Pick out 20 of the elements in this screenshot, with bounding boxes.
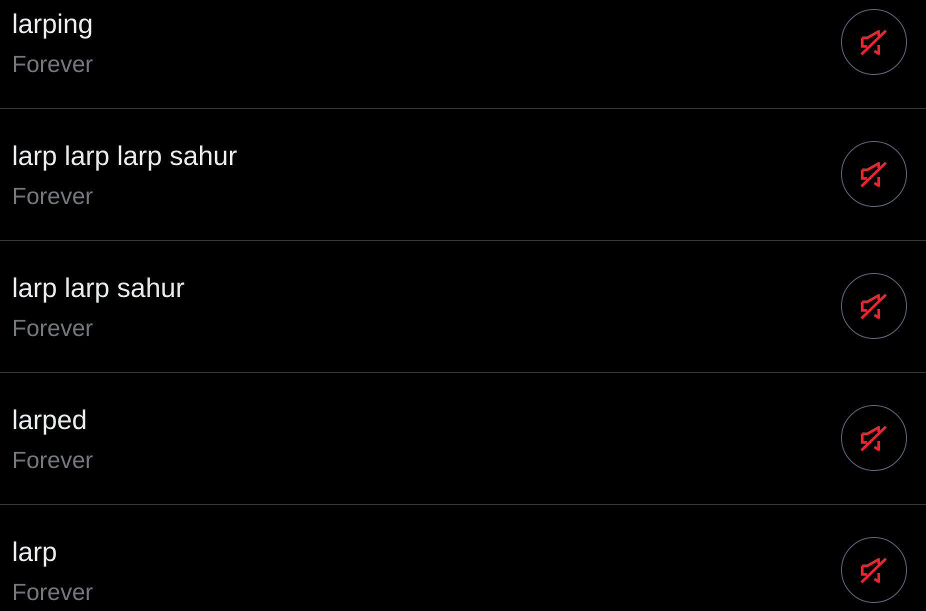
muted-speaker-icon <box>860 556 888 584</box>
muted-word: larp larp sahur <box>12 272 185 304</box>
mute-duration: Forever <box>12 578 93 606</box>
mute-duration: Forever <box>12 446 93 474</box>
unmute-button[interactable] <box>841 141 907 207</box>
mute-duration: Forever <box>12 50 94 78</box>
muted-word: larped <box>12 404 88 436</box>
mute-duration: Forever <box>12 314 94 342</box>
unmute-button[interactable] <box>841 537 907 603</box>
mute-duration: Forever <box>12 182 94 210</box>
muted-speaker-icon <box>860 28 888 56</box>
unmute-button[interactable] <box>841 9 907 75</box>
muted-word: larping <box>12 8 94 40</box>
muted-speaker-icon <box>860 292 888 320</box>
unmute-button[interactable] <box>841 273 907 339</box>
muted-speaker-icon <box>860 424 888 452</box>
muted-speaker-icon <box>860 160 888 188</box>
unmute-button[interactable] <box>841 405 907 471</box>
muted-word: larp larp larp sahur <box>12 140 238 172</box>
muted-word: larp <box>12 536 58 568</box>
